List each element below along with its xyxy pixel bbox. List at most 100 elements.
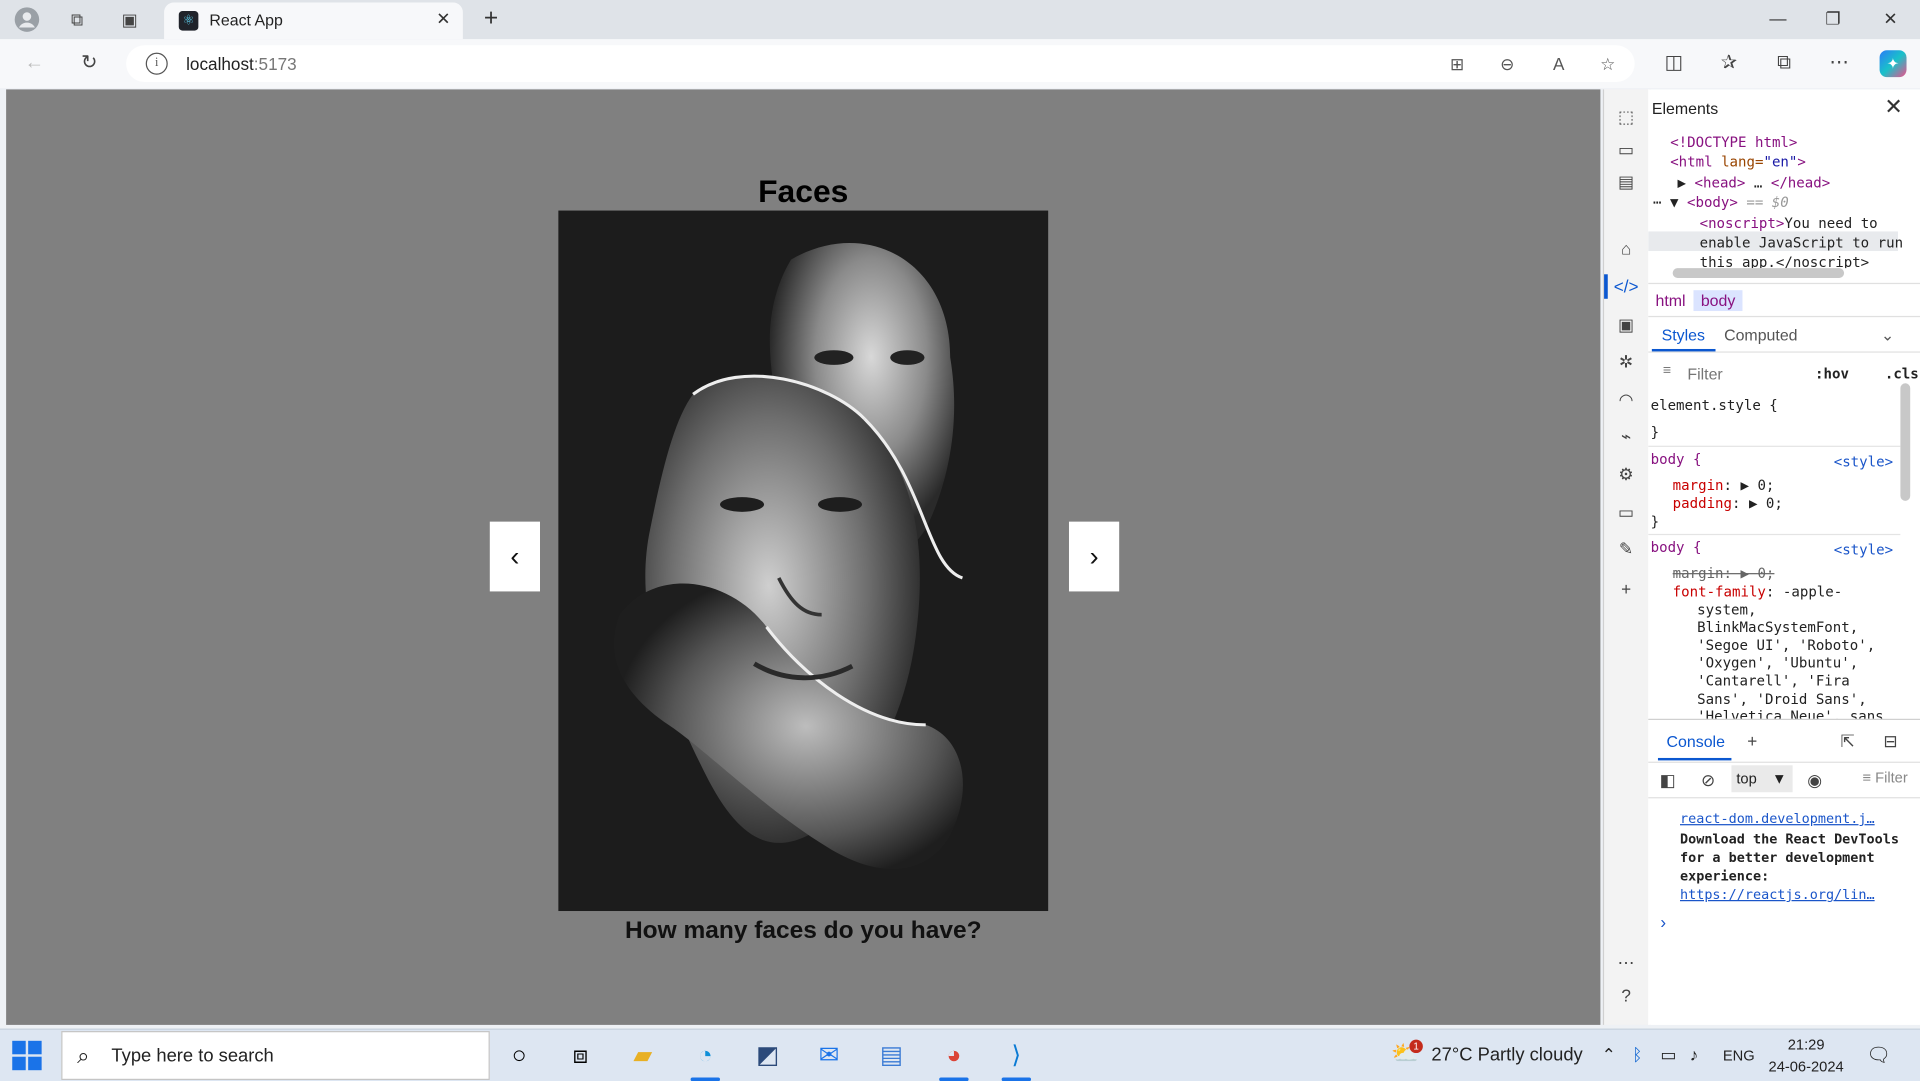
next-button[interactable]: ›: [1068, 521, 1120, 592]
console-filter[interactable]: ≡ Filter: [1862, 769, 1907, 786]
performance-icon[interactable]: ⌁: [1613, 422, 1640, 449]
minimize-button[interactable]: —: [1753, 5, 1802, 32]
tab-actions-icon[interactable]: ▣: [116, 6, 143, 33]
previous-button[interactable]: ‹: [489, 521, 541, 592]
split-screen-icon[interactable]: ◫: [1660, 50, 1687, 77]
volume-icon[interactable]: ♪: [1690, 1044, 1699, 1064]
dom-head-node[interactable]: ▶ <head> … </head>: [1678, 173, 1831, 193]
site-info-icon[interactable]: i: [145, 52, 168, 75]
console-prompt-icon[interactable]: ›: [1660, 912, 1666, 932]
vscode-icon[interactable]: ⟩: [994, 1036, 1038, 1081]
dom-html-node[interactable]: <html lang="en">: [1670, 152, 1806, 172]
address-bar[interactable]: i localhost:5173 ⊞ ⊖ A ☆: [126, 45, 1635, 83]
favorites-icon[interactable]: ✰: [1716, 50, 1743, 77]
tab-styles[interactable]: Styles: [1662, 326, 1705, 344]
more-tools-add-icon[interactable]: +: [1613, 576, 1640, 603]
profile-icon[interactable]: [13, 6, 40, 33]
inspect-icon[interactable]: ⬚: [1613, 103, 1640, 130]
devtools-more-icon[interactable]: ⋯: [1613, 949, 1640, 976]
hover-state-toggle[interactable]: :hov: [1815, 365, 1849, 382]
faces-image: [558, 210, 1049, 912]
devtools-panel: Elements ✕ <!DOCTYPE html> <html lang="e…: [1648, 89, 1920, 1025]
font-family-value: 'Segoe UI', 'Roboto',: [1697, 636, 1876, 654]
show-hidden-icons-icon[interactable]: ⌃: [1602, 1044, 1616, 1065]
tab-react-app[interactable]: ⚛ React App ✕: [164, 2, 463, 40]
restore-button[interactable]: ❐: [1809, 5, 1858, 32]
application-icon[interactable]: ▭: [1613, 498, 1640, 525]
notifications-icon[interactable]: 🗨: [1866, 1043, 1891, 1067]
dock-icon[interactable]: ▤: [1613, 168, 1640, 195]
network-wifi-icon[interactable]: ◠: [1613, 386, 1640, 413]
app-available-icon[interactable]: ⊞: [1445, 51, 1469, 75]
windows-start-button[interactable]: [12, 1040, 42, 1071]
back-icon[interactable]: ←: [21, 50, 48, 77]
overridden-margin-declaration[interactable]: margin: ▶ 0;: [1673, 564, 1775, 582]
body-rule-selector-2[interactable]: body {: [1651, 539, 1702, 557]
new-tab-button[interactable]: +: [478, 5, 505, 32]
dom-horizontal-scrollbar[interactable]: [1672, 268, 1845, 278]
zoom-icon[interactable]: ⊖: [1495, 51, 1519, 75]
margin-declaration[interactable]: margin: ▶ 0;: [1673, 476, 1775, 494]
cortana-icon[interactable]: ○: [497, 1036, 541, 1075]
device-emulation-icon[interactable]: ▭: [1613, 136, 1640, 163]
mail-icon[interactable]: ✉: [807, 1036, 851, 1075]
close-tab-icon[interactable]: ✕: [436, 9, 450, 30]
style-source-link[interactable]: <style>: [1834, 453, 1893, 471]
breadcrumb-html[interactable]: html: [1648, 290, 1693, 311]
css-overview-icon[interactable]: ✎: [1613, 535, 1640, 562]
edge-browser-icon[interactable]: ◔: [683, 1036, 727, 1081]
chrome-icon[interactable]: ◕: [932, 1036, 976, 1081]
close-window-button[interactable]: ✕: [1866, 5, 1915, 32]
weather-text[interactable]: 27°C Partly cloudy: [1431, 1044, 1582, 1065]
dock-drawer-icon[interactable]: ⇱: [1836, 729, 1860, 753]
dom-noscript-node[interactable]: <noscript>You need to: [1700, 213, 1878, 233]
console-source-link[interactable]: react-dom.development.j…: [1680, 811, 1875, 827]
url-text[interactable]: localhost:5173: [186, 54, 297, 74]
copilot-icon[interactable]: ✦: [1879, 50, 1907, 78]
tab-computed[interactable]: Computed: [1724, 326, 1797, 344]
close-devtools-icon[interactable]: ✕: [1884, 94, 1902, 120]
element-style-rule[interactable]: element.style {: [1651, 397, 1778, 415]
task-view-icon[interactable]: ⧈: [558, 1036, 602, 1075]
memory-icon[interactable]: ⚙: [1613, 460, 1640, 487]
workspaces-icon[interactable]: ⧉: [64, 6, 91, 33]
font-family-value: 'Cantarell', 'Fira: [1697, 672, 1850, 690]
clock[interactable]: 21:29 24-06-2024: [1763, 1033, 1849, 1077]
help-icon[interactable]: ?: [1613, 982, 1640, 1009]
console-icon[interactable]: ▣: [1613, 311, 1640, 338]
sources-bug-icon[interactable]: ✲: [1613, 348, 1640, 375]
taskbar-search[interactable]: ⌕ Type here to search: [61, 1031, 490, 1081]
breadcrumb-body[interactable]: body: [1693, 290, 1743, 312]
clear-console-icon[interactable]: ⊘: [1696, 768, 1720, 792]
class-toggle[interactable]: .cls: [1885, 365, 1919, 382]
notepad-icon[interactable]: ▤: [869, 1036, 913, 1075]
body-rule-selector[interactable]: body {: [1651, 451, 1702, 469]
dom-doctype[interactable]: <!DOCTYPE html>: [1670, 132, 1797, 152]
context-selector[interactable]: top ▼: [1731, 765, 1793, 793]
refresh-icon[interactable]: ↻: [76, 50, 103, 77]
bluetooth-icon[interactable]: ᛒ: [1632, 1044, 1642, 1064]
styles-vertical-scrollbar[interactable]: [1900, 383, 1911, 501]
read-aloud-icon[interactable]: A: [1547, 51, 1571, 75]
add-drawer-tab-icon[interactable]: +: [1740, 729, 1764, 753]
more-menu-icon[interactable]: ⋯: [1826, 50, 1853, 77]
language-indicator[interactable]: ENG: [1723, 1047, 1755, 1064]
sidebar-toggle-icon[interactable]: ◧: [1656, 768, 1680, 792]
app-icon[interactable]: ◩: [746, 1036, 790, 1075]
battery-icon[interactable]: ▭: [1660, 1044, 1676, 1065]
font-family-value: system,: [1697, 601, 1757, 619]
favorite-star-icon[interactable]: ☆: [1596, 51, 1620, 75]
console-message-link[interactable]: https://reactjs.org/lin…: [1680, 887, 1875, 903]
tab-console[interactable]: Console: [1667, 732, 1725, 750]
elements-code-icon[interactable]: </>: [1613, 273, 1640, 300]
file-explorer-icon[interactable]: ▰: [621, 1036, 665, 1075]
chevron-down-icon[interactable]: ⌄: [1881, 326, 1894, 346]
toggle-drawer-icon[interactable]: ⊟: [1878, 729, 1902, 753]
font-family-declaration[interactable]: font-family: -apple-: [1673, 583, 1843, 601]
live-expression-eye-icon[interactable]: ◉: [1802, 768, 1826, 792]
padding-declaration[interactable]: padding: ▶ 0;: [1673, 495, 1783, 513]
dom-body-node[interactable]: ⋯ ▼ <body> == $0: [1653, 192, 1789, 212]
style-source-link[interactable]: <style>: [1834, 541, 1893, 559]
welcome-home-icon[interactable]: ⌂: [1613, 235, 1640, 262]
collections-icon[interactable]: ⧉: [1771, 50, 1798, 77]
